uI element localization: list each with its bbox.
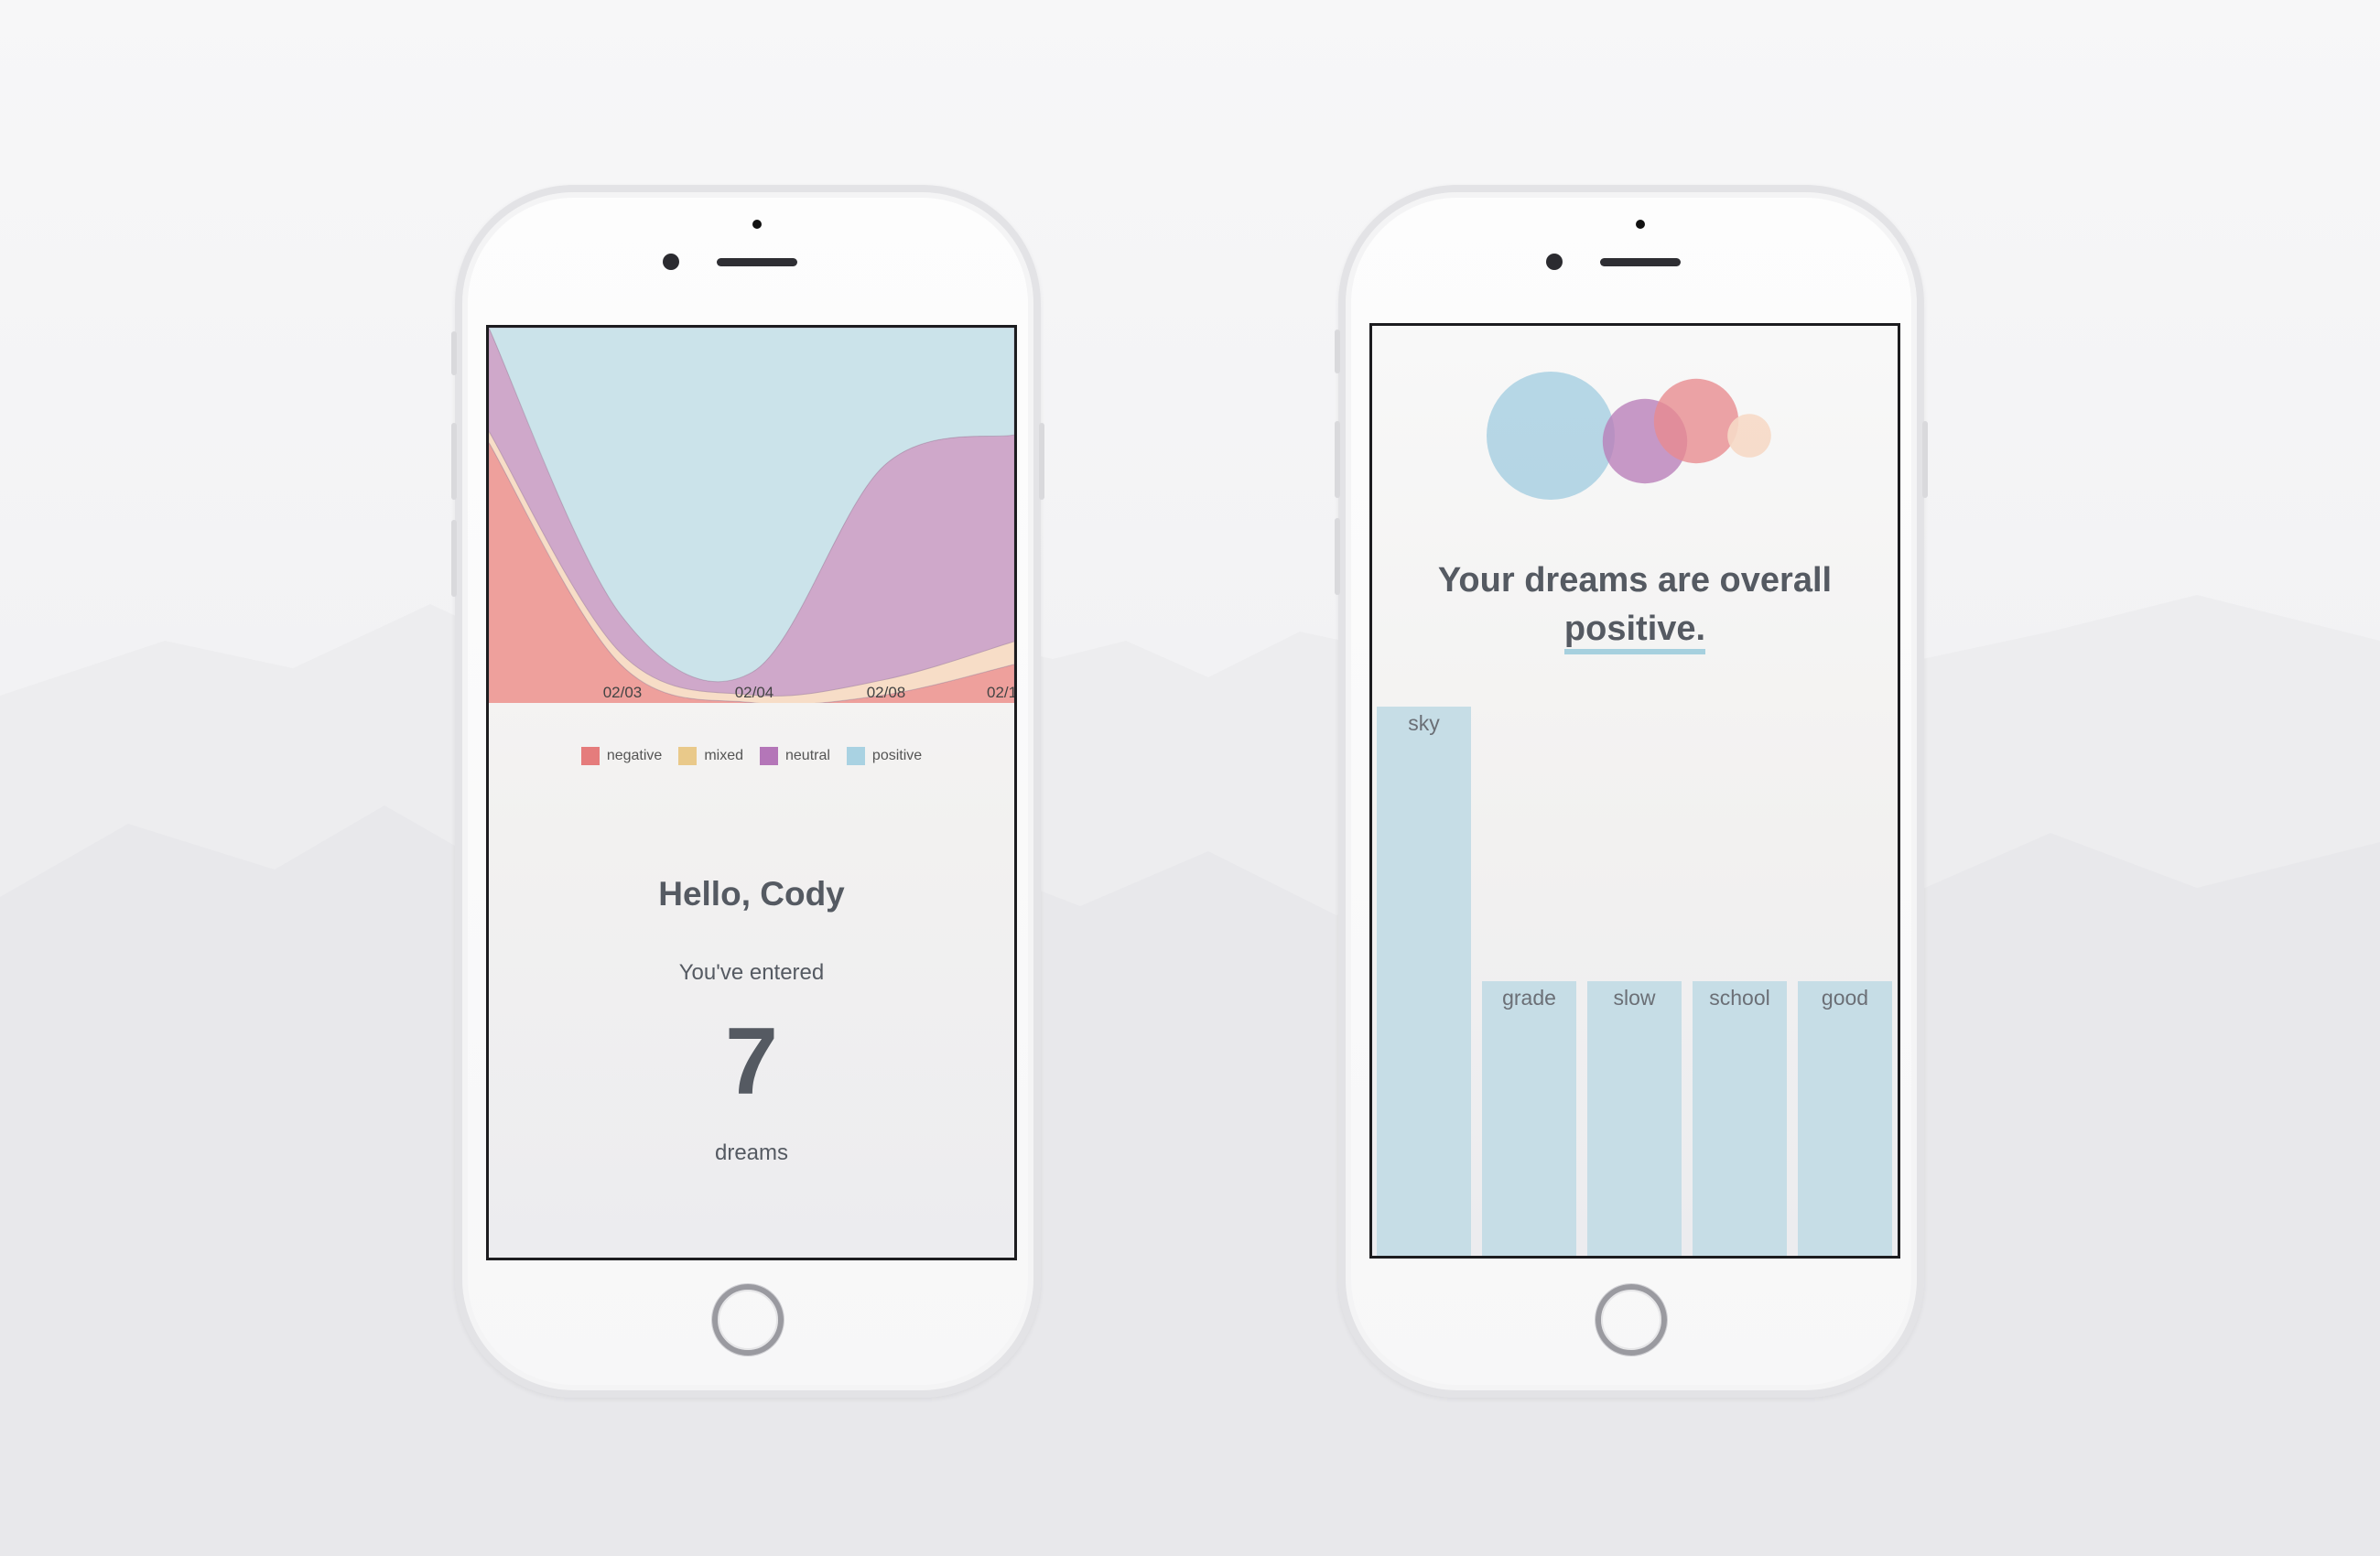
phone-left: 02/03 02/04 02/08 02/16 negative mixed neut… [451,185,1044,1398]
bar-label-sky: sky [1408,711,1440,735]
front-camera-icon [1546,254,1563,270]
earpiece-speaker [717,258,797,266]
legend-swatch-neutral [760,747,778,765]
bar-good [1798,981,1892,1256]
legend-swatch-mixed [678,747,698,765]
x-tick-label: 02/08 [867,684,906,701]
bar-slow [1587,981,1682,1256]
dreams-label: dreams [714,1140,789,1165]
legend-label-positive: positive [871,748,923,763]
bar-grade [1482,981,1576,1256]
chart-legend: negative mixed neutral positive [489,747,1014,765]
bar-label-slow: slow [1613,986,1655,1010]
power-button [1039,423,1044,500]
proximity-sensor [1636,220,1645,229]
legend-item-neutral: neutral [760,747,830,765]
bar-school [1693,981,1787,1256]
home-button[interactable] [712,1284,784,1356]
bar-label-grade: grade [1502,986,1556,1010]
x-tick-label: 02/04 [735,684,774,701]
volume-down-button [451,520,457,597]
x-tick-label: 02/03 [603,684,643,701]
legend-label-mixed: mixed [704,748,743,763]
mountain-background [0,595,2380,1556]
legend-item-negative: negative [580,747,663,765]
volume-up-button [451,423,457,500]
proximity-sensor [752,220,762,229]
word-frequency-bar-chart: sky grade slow school good [1377,707,1892,1256]
phone-right: Your dreams are overall positive. sky gra… [1335,185,1928,1398]
bar-sky [1377,707,1471,1256]
screen-left: 02/03 02/04 02/08 02/16 negative mixed neut… [486,325,1017,1260]
bar-label-school: school [1709,986,1769,1010]
greeting-heading: Hello, Cody [658,875,845,913]
sentiment-area-chart: 02/03 02/04 02/08 02/16 [489,328,1014,703]
dream-count: 7 [725,1009,778,1115]
legend-swatch-negative [580,747,600,765]
legend-item-mixed: mixed [678,747,743,765]
legend-label-neutral: neutral [785,748,830,763]
legend-swatch-positive [846,747,865,765]
volume-down-button [1335,518,1340,595]
legend-label-negative: negative [606,748,663,763]
legend-item-positive: positive [846,747,923,765]
mute-switch [1335,330,1340,373]
home-button[interactable] [1596,1284,1667,1356]
screen-right: Your dreams are overall positive. sky gra… [1369,323,1900,1259]
front-camera-icon [663,254,679,270]
volume-up-button [1335,421,1340,498]
mute-switch [451,331,457,375]
bar-label-good: good [1822,986,1868,1010]
earpiece-speaker [1600,258,1681,266]
x-tick-label: 02/16 [987,684,1014,701]
entered-label: You've entered [678,960,825,985]
power-button [1922,421,1928,498]
